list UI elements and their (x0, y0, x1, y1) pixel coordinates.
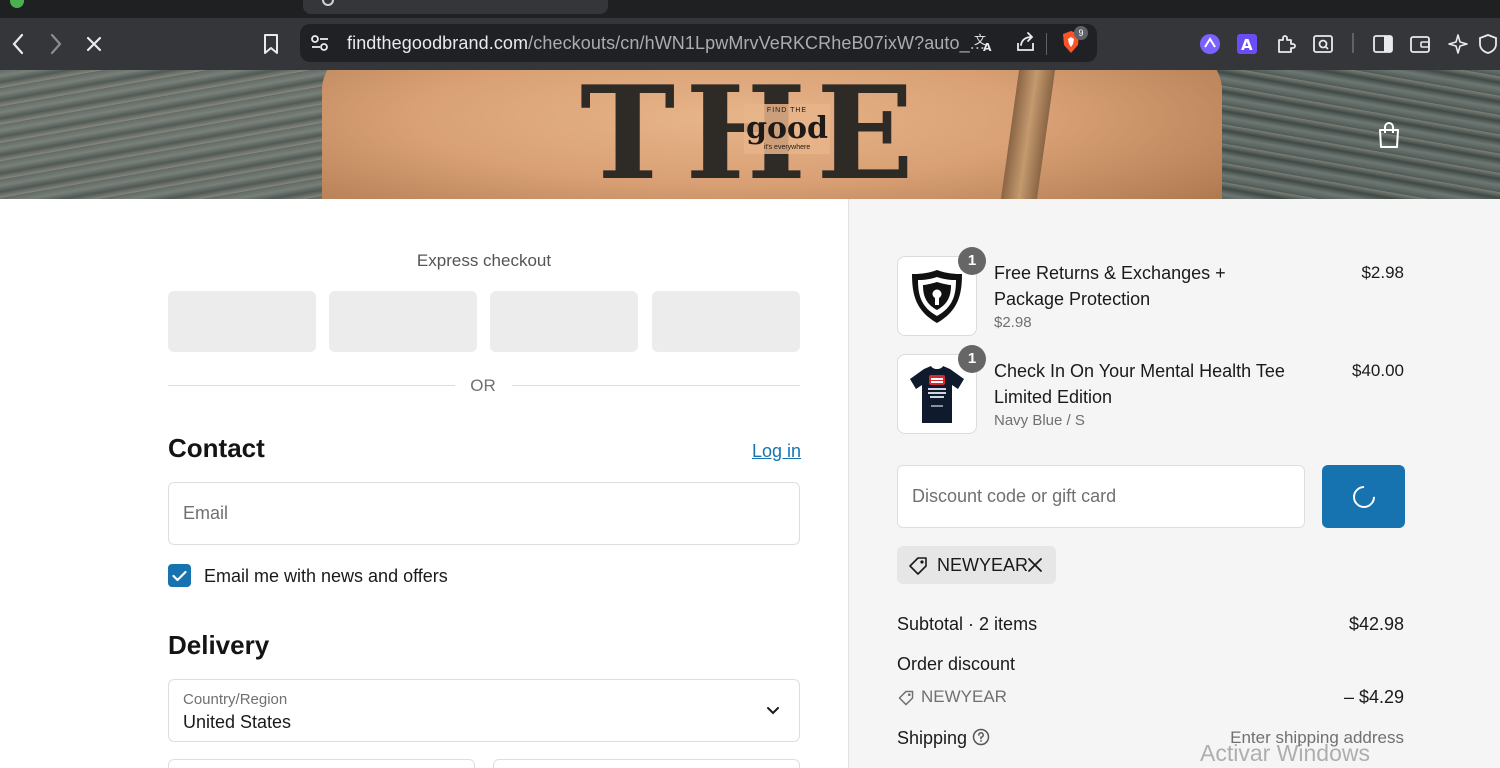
newsletter-label[interactable]: Email me with news and offers (204, 566, 448, 587)
express-checkout-title: Express checkout (416, 251, 552, 270)
sidebar-icon (1373, 35, 1393, 53)
item-name: Check In On Your Mental Health Tee Limit… (994, 361, 1285, 407)
country-value: United States (183, 712, 292, 732)
apply-discount-button[interactable] (1322, 465, 1405, 528)
wallet-icon (1410, 36, 1430, 53)
hero-print: THE FIND THE good it's everywhere (0, 70, 1500, 199)
subtotal-value: $42.98 (1348, 614, 1404, 634)
shields-count-badge: 9 (1074, 26, 1088, 40)
close-icon (86, 36, 102, 52)
browser-tabstrip (0, 0, 1500, 18)
cart-bag-icon[interactable] (1376, 121, 1402, 149)
tag-icon (907, 555, 929, 582)
first-name-field[interactable] (168, 759, 475, 768)
express-pay-button-2[interactable] (329, 291, 477, 352)
shipping-label: Shipping (897, 728, 968, 748)
share-icon[interactable] (1015, 31, 1037, 58)
item-price: $40.00 (1352, 361, 1404, 380)
chevron-right-icon (50, 33, 62, 55)
back-button[interactable] (0, 18, 36, 70)
express-pay-button-1[interactable] (168, 291, 316, 352)
discount-field[interactable] (897, 465, 1305, 528)
divider-left (168, 385, 455, 386)
login-link[interactable]: Log in (752, 441, 801, 462)
express-pay-button-3[interactable] (490, 291, 638, 352)
sidebar-toggle-button[interactable] (1365, 18, 1401, 70)
omnibox-divider (1046, 33, 1047, 55)
leo-ai-button[interactable] (1440, 18, 1476, 70)
or-divider-text: OR (470, 376, 496, 395)
forward-button[interactable] (38, 18, 74, 70)
email-input[interactable] (183, 483, 783, 544)
address-bar[interactable]: findthegoodbrand.com/checkouts/cn/hWN1Lp… (300, 24, 1097, 62)
url-domain: findthegoodbrand.com (347, 33, 529, 53)
url-path: /checkouts/cn/hWN1LpwMrvVeRKCRheB07ixW?a… (528, 33, 986, 53)
delivery-heading: Delivery (168, 630, 270, 660)
remove-discount-icon[interactable] (1026, 556, 1044, 579)
extension-icon (1200, 34, 1220, 54)
order-discount-value: – $4.29 (1343, 687, 1404, 707)
bookmark-icon (264, 34, 278, 54)
shield-icon (1479, 34, 1497, 54)
discount-input[interactable] (912, 466, 1292, 527)
sparkle-icon (1448, 34, 1468, 54)
item-name: Free Returns & Exchanges + Package Prote… (994, 263, 1226, 309)
store-logo[interactable]: FIND THE good it's everywhere (744, 104, 830, 154)
country-label: Country/Region (183, 691, 288, 708)
bookmark-button[interactable] (253, 18, 289, 70)
site-settings-icon[interactable] (310, 34, 330, 57)
page-root: findthegoodbrand.com/checkouts/cn/hWN1Lp… (0, 0, 1500, 768)
extension-vpn-button[interactable] (1192, 18, 1228, 70)
help-circle-icon[interactable] (972, 728, 990, 751)
checkmark-icon (172, 570, 187, 581)
page-search-button[interactable] (1305, 18, 1341, 70)
item-subtitle: $2.98 (994, 314, 1032, 331)
chevron-left-icon (12, 33, 24, 55)
translate-icon[interactable]: 文A (973, 31, 995, 58)
puzzle-icon (1278, 35, 1296, 53)
loading-spinner-icon (1347, 480, 1380, 513)
item-subtitle: Navy Blue / S (994, 412, 1085, 429)
svg-text:A: A (983, 41, 992, 53)
country-select[interactable]: Country/Region United States (168, 679, 800, 742)
active-tab[interactable] (303, 0, 608, 14)
url-text: findthegoodbrand.com/checkouts/cn/hWN1Lp… (347, 33, 985, 54)
vpn-button[interactable] (1476, 18, 1500, 70)
tab-favicon (10, 0, 24, 8)
toolbar-divider (1352, 33, 1354, 53)
tag-icon (897, 689, 915, 712)
svg-text:A: A (1241, 36, 1253, 54)
item-price: $2.98 (1361, 263, 1404, 282)
logo-main-text: good (746, 111, 828, 146)
last-name-field[interactable] (493, 759, 800, 768)
express-pay-button-4[interactable] (652, 291, 800, 352)
windows-activation-watermark: Activar Windows (1200, 740, 1370, 766)
quantity-badge: 1 (958, 345, 986, 373)
newsletter-checkbox[interactable] (168, 564, 191, 587)
chevron-down-icon (766, 703, 780, 721)
extension-a-button[interactable]: A (1229, 18, 1265, 70)
email-field[interactable] (168, 482, 800, 545)
order-discount-code: NEWYEAR (921, 687, 1007, 706)
extensions-button[interactable] (1268, 18, 1304, 70)
letter-a-icon: A (1237, 34, 1257, 54)
divider-right (512, 385, 800, 386)
quantity-badge: 1 (958, 247, 986, 275)
applied-code-text: NEWYEAR (937, 555, 1029, 575)
browser-toolbar: findthegoodbrand.com/checkouts/cn/hWN1Lp… (0, 18, 1500, 70)
search-page-icon (1313, 35, 1333, 53)
subtotal-label: Subtotal · 2 items (897, 614, 1038, 634)
order-discount-label: Order discount (897, 654, 1016, 674)
stop-loading-button[interactable] (76, 18, 112, 70)
wallet-button[interactable] (1402, 18, 1438, 70)
contact-heading: Contact (168, 433, 265, 463)
applied-discount-chip: NEWYEAR (897, 546, 1056, 584)
